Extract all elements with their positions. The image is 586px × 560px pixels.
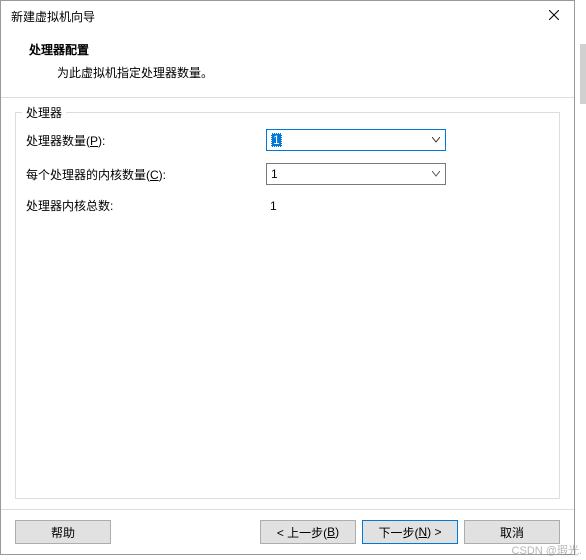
close-button[interactable] bbox=[534, 1, 574, 31]
help-button[interactable]: 帮助 bbox=[15, 520, 111, 544]
footer: 帮助 < 上一步(B) 下一步(N) > 取消 bbox=[1, 509, 574, 554]
wizard-dialog: 新建虚拟机向导 处理器配置 为此虚拟机指定处理器数量。 处理器 处理器数量(P)… bbox=[0, 0, 575, 555]
close-icon bbox=[549, 9, 559, 23]
row-total: 处理器内核总数: 1 bbox=[26, 197, 549, 214]
processors-combo[interactable]: 1 bbox=[266, 129, 446, 151]
back-button[interactable]: < 上一步(B) bbox=[260, 520, 356, 544]
processors-label: 处理器数量(P): bbox=[26, 132, 266, 149]
group-label: 处理器 bbox=[22, 104, 66, 121]
chevron-down-icon bbox=[431, 137, 441, 143]
row-cores: 每个处理器的内核数量(C): 1 bbox=[26, 163, 549, 185]
content-area: 处理器 处理器数量(P): 1 每个处理器的内核数量(C): 1 bbox=[1, 98, 574, 509]
processor-group: 处理器 处理器数量(P): 1 每个处理器的内核数量(C): 1 bbox=[15, 112, 560, 499]
total-value: 1 bbox=[266, 199, 277, 213]
cancel-button[interactable]: 取消 bbox=[464, 520, 560, 544]
cores-combo[interactable]: 1 bbox=[266, 163, 446, 185]
window-title: 新建虚拟机向导 bbox=[11, 8, 95, 25]
header-title: 处理器配置 bbox=[29, 41, 554, 58]
total-label: 处理器内核总数: bbox=[26, 197, 266, 214]
header-subtitle: 为此虚拟机指定处理器数量。 bbox=[29, 64, 554, 81]
titlebar: 新建虚拟机向导 bbox=[1, 1, 574, 31]
header: 处理器配置 为此虚拟机指定处理器数量。 bbox=[1, 31, 574, 98]
next-button[interactable]: 下一步(N) > bbox=[362, 520, 458, 544]
row-processors: 处理器数量(P): 1 bbox=[26, 129, 549, 151]
cores-label: 每个处理器的内核数量(C): bbox=[26, 166, 266, 183]
chevron-down-icon bbox=[431, 171, 441, 177]
side-shadow bbox=[580, 44, 586, 104]
cores-value: 1 bbox=[271, 167, 278, 181]
processors-value: 1 bbox=[271, 133, 282, 147]
